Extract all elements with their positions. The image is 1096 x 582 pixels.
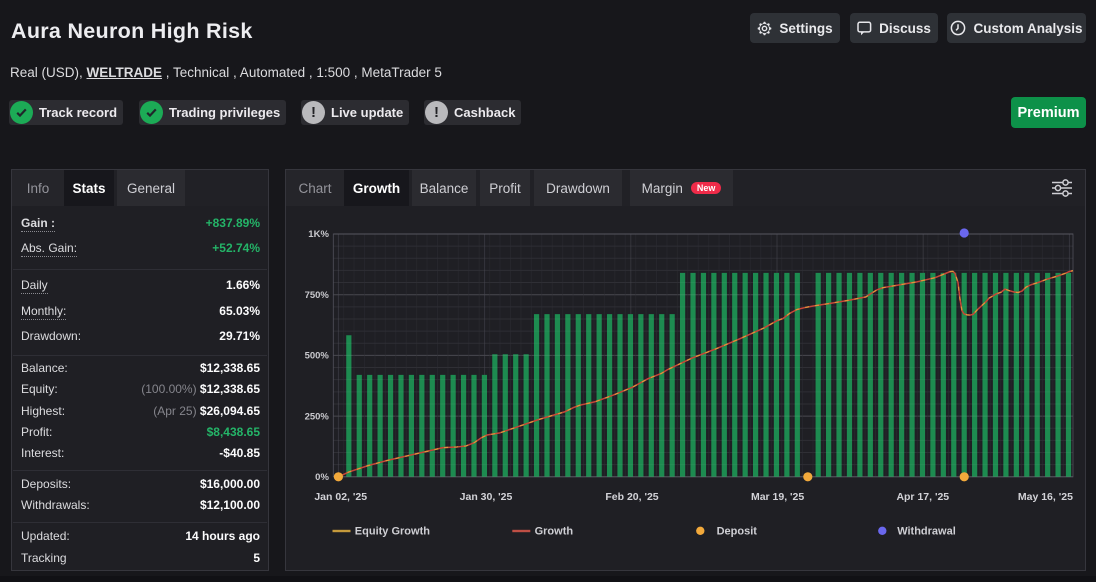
svg-text:Mar 19, '25: Mar 19, '25 xyxy=(751,491,804,503)
svg-text:500%: 500% xyxy=(305,351,330,362)
svg-text:250%: 250% xyxy=(305,411,330,422)
svg-text:0%: 0% xyxy=(315,472,329,483)
svg-text:Growth: Growth xyxy=(535,526,574,538)
svg-text:Equity Growth: Equity Growth xyxy=(355,526,430,538)
svg-text:Feb 20, '25: Feb 20, '25 xyxy=(605,491,658,503)
svg-text:750%: 750% xyxy=(305,290,330,301)
svg-text:May 16, '25: May 16, '25 xyxy=(1018,491,1073,503)
svg-text:Jan 02, '25: Jan 02, '25 xyxy=(314,491,367,503)
svg-text:Deposit: Deposit xyxy=(717,526,758,538)
svg-text:1K%: 1K% xyxy=(308,229,329,240)
svg-text:Jan 30, '25: Jan 30, '25 xyxy=(460,491,513,503)
svg-text:Apr 17, '25: Apr 17, '25 xyxy=(896,491,949,503)
svg-text:Withdrawal: Withdrawal xyxy=(897,526,956,538)
